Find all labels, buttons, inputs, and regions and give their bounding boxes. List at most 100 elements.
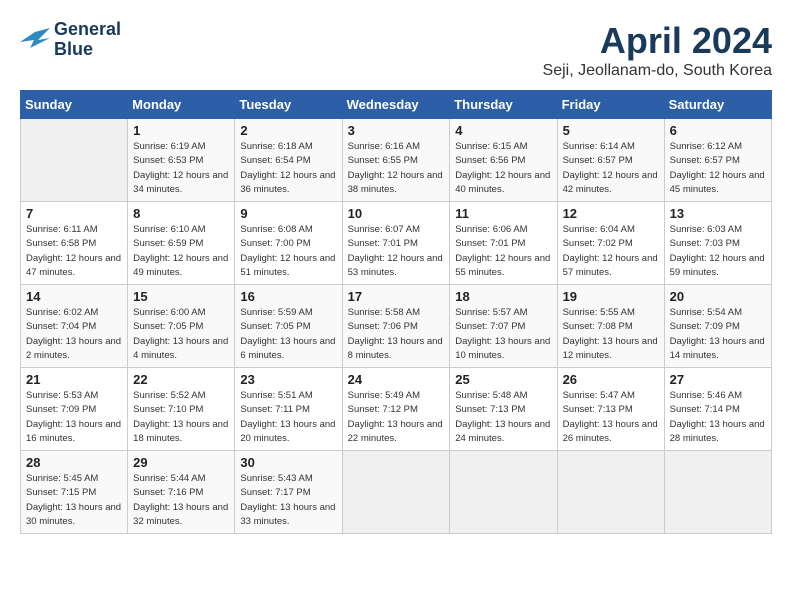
- sunset-text: Sunset: 7:15 PM: [26, 487, 96, 498]
- calendar-cell: 2 Sunrise: 6:18 AM Sunset: 6:54 PM Dayli…: [235, 119, 342, 202]
- calendar-cell: [342, 451, 450, 534]
- calendar-body: 1 Sunrise: 6:19 AM Sunset: 6:53 PM Dayli…: [21, 119, 772, 534]
- calendar-cell: 11 Sunrise: 6:06 AM Sunset: 7:01 PM Dayl…: [450, 202, 557, 285]
- calendar-cell: 12 Sunrise: 6:04 AM Sunset: 7:02 PM Dayl…: [557, 202, 664, 285]
- sunrise-text: Sunrise: 6:06 AM: [455, 224, 527, 235]
- day-number: 28: [26, 455, 122, 470]
- weekday-header-cell: Sunday: [21, 91, 128, 119]
- day-info: Sunrise: 5:46 AM Sunset: 7:14 PM Dayligh…: [670, 389, 766, 446]
- day-number: 10: [348, 206, 445, 221]
- sunset-text: Sunset: 6:56 PM: [455, 155, 525, 166]
- day-info: Sunrise: 6:03 AM Sunset: 7:03 PM Dayligh…: [670, 223, 766, 280]
- day-info: Sunrise: 5:59 AM Sunset: 7:05 PM Dayligh…: [240, 306, 336, 363]
- day-info: Sunrise: 5:55 AM Sunset: 7:08 PM Dayligh…: [563, 306, 659, 363]
- logo-line2: Blue: [54, 40, 121, 60]
- daylight-text: Daylight: 13 hours and 33 minutes.: [240, 502, 335, 527]
- day-number: 23: [240, 372, 336, 387]
- calendar-cell: 28 Sunrise: 5:45 AM Sunset: 7:15 PM Dayl…: [21, 451, 128, 534]
- calendar-table: SundayMondayTuesdayWednesdayThursdayFrid…: [20, 90, 772, 534]
- calendar-cell: 16 Sunrise: 5:59 AM Sunset: 7:05 PM Dayl…: [235, 285, 342, 368]
- daylight-text: Daylight: 13 hours and 26 minutes.: [563, 419, 658, 444]
- sunset-text: Sunset: 6:57 PM: [563, 155, 633, 166]
- sunset-text: Sunset: 7:13 PM: [455, 404, 525, 415]
- calendar-week-row: 1 Sunrise: 6:19 AM Sunset: 6:53 PM Dayli…: [21, 119, 772, 202]
- title-area: April 2024 Seji, Jeollanam-do, South Kor…: [543, 20, 772, 80]
- calendar-cell: 17 Sunrise: 5:58 AM Sunset: 7:06 PM Dayl…: [342, 285, 450, 368]
- daylight-text: Daylight: 12 hours and 55 minutes.: [455, 253, 550, 278]
- sunset-text: Sunset: 7:04 PM: [26, 321, 96, 332]
- daylight-text: Daylight: 13 hours and 28 minutes.: [670, 419, 765, 444]
- day-number: 19: [563, 289, 659, 304]
- day-number: 5: [563, 123, 659, 138]
- calendar-cell: 19 Sunrise: 5:55 AM Sunset: 7:08 PM Dayl…: [557, 285, 664, 368]
- sunset-text: Sunset: 7:17 PM: [240, 487, 310, 498]
- sunrise-text: Sunrise: 6:07 AM: [348, 224, 420, 235]
- sunset-text: Sunset: 6:53 PM: [133, 155, 203, 166]
- calendar-cell: 8 Sunrise: 6:10 AM Sunset: 6:59 PM Dayli…: [128, 202, 235, 285]
- weekday-header-cell: Monday: [128, 91, 235, 119]
- sunrise-text: Sunrise: 5:57 AM: [455, 307, 527, 318]
- day-info: Sunrise: 6:16 AM Sunset: 6:55 PM Dayligh…: [348, 140, 445, 197]
- day-info: Sunrise: 5:44 AM Sunset: 7:16 PM Dayligh…: [133, 472, 229, 529]
- sunset-text: Sunset: 7:12 PM: [348, 404, 418, 415]
- daylight-text: Daylight: 13 hours and 30 minutes.: [26, 502, 121, 527]
- sunset-text: Sunset: 6:57 PM: [670, 155, 740, 166]
- daylight-text: Daylight: 13 hours and 12 minutes.: [563, 336, 658, 361]
- daylight-text: Daylight: 13 hours and 18 minutes.: [133, 419, 228, 444]
- sunset-text: Sunset: 7:14 PM: [670, 404, 740, 415]
- logo-line1: General: [54, 20, 121, 40]
- sunset-text: Sunset: 6:58 PM: [26, 238, 96, 249]
- calendar-cell: 5 Sunrise: 6:14 AM Sunset: 6:57 PM Dayli…: [557, 119, 664, 202]
- calendar-cell: 27 Sunrise: 5:46 AM Sunset: 7:14 PM Dayl…: [664, 368, 771, 451]
- daylight-text: Daylight: 13 hours and 8 minutes.: [348, 336, 443, 361]
- daylight-text: Daylight: 12 hours and 38 minutes.: [348, 170, 443, 195]
- day-info: Sunrise: 6:07 AM Sunset: 7:01 PM Dayligh…: [348, 223, 445, 280]
- sunrise-text: Sunrise: 6:16 AM: [348, 141, 420, 152]
- sunrise-text: Sunrise: 5:51 AM: [240, 390, 312, 401]
- sunrise-text: Sunrise: 5:55 AM: [563, 307, 635, 318]
- sunset-text: Sunset: 7:16 PM: [133, 487, 203, 498]
- day-number: 7: [26, 206, 122, 221]
- day-info: Sunrise: 6:11 AM Sunset: 6:58 PM Dayligh…: [26, 223, 122, 280]
- sunrise-text: Sunrise: 5:48 AM: [455, 390, 527, 401]
- sunset-text: Sunset: 7:03 PM: [670, 238, 740, 249]
- sunrise-text: Sunrise: 5:43 AM: [240, 473, 312, 484]
- day-info: Sunrise: 6:00 AM Sunset: 7:05 PM Dayligh…: [133, 306, 229, 363]
- calendar-cell: 30 Sunrise: 5:43 AM Sunset: 7:17 PM Dayl…: [235, 451, 342, 534]
- sunrise-text: Sunrise: 5:47 AM: [563, 390, 635, 401]
- month-title: April 2024: [543, 20, 772, 62]
- daylight-text: Daylight: 13 hours and 22 minutes.: [348, 419, 443, 444]
- day-number: 30: [240, 455, 336, 470]
- calendar-cell: 23 Sunrise: 5:51 AM Sunset: 7:11 PM Dayl…: [235, 368, 342, 451]
- calendar-cell: 14 Sunrise: 6:02 AM Sunset: 7:04 PM Dayl…: [21, 285, 128, 368]
- daylight-text: Daylight: 13 hours and 32 minutes.: [133, 502, 228, 527]
- sunrise-text: Sunrise: 5:44 AM: [133, 473, 205, 484]
- sunrise-text: Sunrise: 5:45 AM: [26, 473, 98, 484]
- calendar-cell: 25 Sunrise: 5:48 AM Sunset: 7:13 PM Dayl…: [450, 368, 557, 451]
- logo-text: General Blue: [54, 20, 121, 60]
- day-info: Sunrise: 6:15 AM Sunset: 6:56 PM Dayligh…: [455, 140, 551, 197]
- daylight-text: Daylight: 13 hours and 6 minutes.: [240, 336, 335, 361]
- calendar-cell: 21 Sunrise: 5:53 AM Sunset: 7:09 PM Dayl…: [21, 368, 128, 451]
- day-info: Sunrise: 5:57 AM Sunset: 7:07 PM Dayligh…: [455, 306, 551, 363]
- day-number: 2: [240, 123, 336, 138]
- daylight-text: Daylight: 13 hours and 14 minutes.: [670, 336, 765, 361]
- sunrise-text: Sunrise: 6:11 AM: [26, 224, 98, 235]
- day-info: Sunrise: 6:06 AM Sunset: 7:01 PM Dayligh…: [455, 223, 551, 280]
- logo: General Blue: [20, 20, 121, 60]
- day-number: 16: [240, 289, 336, 304]
- day-number: 1: [133, 123, 229, 138]
- sunset-text: Sunset: 7:02 PM: [563, 238, 633, 249]
- sunrise-text: Sunrise: 6:19 AM: [133, 141, 205, 152]
- daylight-text: Daylight: 13 hours and 24 minutes.: [455, 419, 550, 444]
- calendar-cell: [557, 451, 664, 534]
- daylight-text: Daylight: 12 hours and 34 minutes.: [133, 170, 228, 195]
- daylight-text: Daylight: 12 hours and 59 minutes.: [670, 253, 765, 278]
- sunrise-text: Sunrise: 6:02 AM: [26, 307, 98, 318]
- calendar-cell: [450, 451, 557, 534]
- calendar-cell: 20 Sunrise: 5:54 AM Sunset: 7:09 PM Dayl…: [664, 285, 771, 368]
- calendar-cell: 7 Sunrise: 6:11 AM Sunset: 6:58 PM Dayli…: [21, 202, 128, 285]
- day-info: Sunrise: 5:45 AM Sunset: 7:15 PM Dayligh…: [26, 472, 122, 529]
- daylight-text: Daylight: 12 hours and 57 minutes.: [563, 253, 658, 278]
- day-number: 24: [348, 372, 445, 387]
